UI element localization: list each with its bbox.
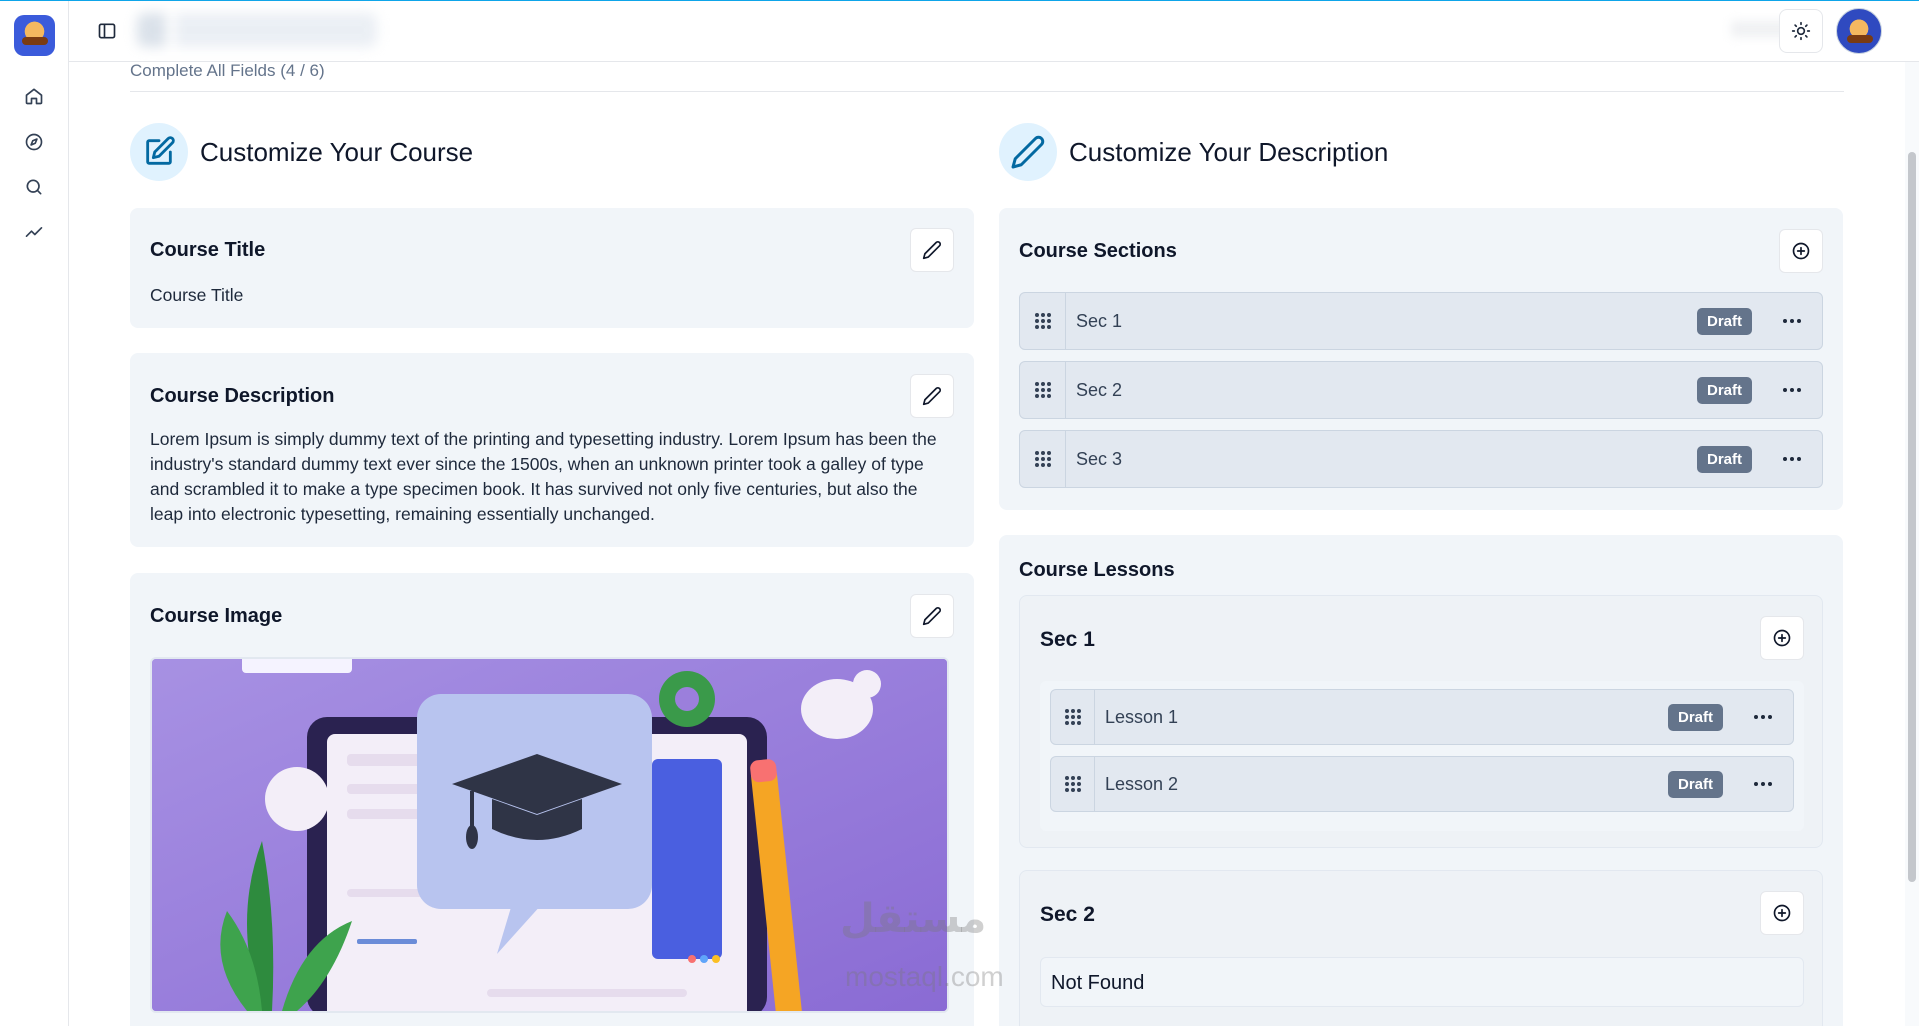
section-title: Customize Your Description [1069,136,1389,167]
sun-icon [1791,21,1811,41]
drag-handle-icon[interactable] [1020,293,1066,349]
lessons-list: Lesson 1 Draft Lesson 2 Draft [1040,681,1804,831]
lesson-label: Lesson 2 [1105,773,1179,794]
more-options-icon[interactable] [1741,781,1785,787]
group-title: Sec 1 [1040,628,1095,651]
section-row[interactable]: Sec 3 Draft [1019,430,1823,488]
edit-square-icon [130,123,188,181]
user-avatar[interactable] [1836,8,1882,54]
lesson-label: Lesson 1 [1105,706,1179,727]
drag-handle-icon[interactable] [1051,690,1095,744]
section-row[interactable]: Sec 1 Draft [1019,292,1823,350]
compass-icon[interactable] [22,130,46,154]
customize-description-header: Customize Your Description [999,123,1388,181]
panel-toggle-icon[interactable] [95,19,119,43]
course-sections-card: Course Sections Sec 1 Draft Sec 2 Draft … [999,208,1843,510]
section-row[interactable]: Sec 2 Draft [1019,361,1823,419]
course-lessons-card: Course Lessons Sec 1 Lesson 1 Draft Less… [999,535,1843,1026]
lesson-row[interactable]: Lesson 2 Draft [1050,756,1794,812]
sidebar [0,1,69,1026]
trending-icon[interactable] [22,220,46,244]
pencil-icon [922,241,941,260]
course-image [150,657,949,1013]
drag-handle-icon[interactable] [1020,362,1066,418]
pencil-icon [922,387,941,406]
edit-image-button[interactable] [910,594,954,638]
course-image-card: Course Image [130,573,974,1026]
section-label: Sec 1 [1076,310,1123,331]
course-title-value: Course Title [150,285,244,305]
more-options-icon[interactable] [1770,456,1814,462]
lesson-row[interactable]: Lesson 1 Draft [1050,689,1794,745]
lesson-group-sec-2: Sec 2 Not Found [1019,870,1823,1026]
card-heading: Course Image [150,605,283,627]
add-lesson-button[interactable] [1760,891,1804,935]
watermark-latin: mostaql.com [845,961,1004,992]
drag-handle-icon[interactable] [1051,757,1095,811]
card-heading: Course Title [150,239,266,261]
edit-title-button[interactable] [910,228,954,272]
divider [130,91,1844,92]
card-heading: Course Sections [1019,240,1177,262]
top-bar [69,1,1919,62]
status-badge: Draft [1667,770,1723,798]
course-description-value: Lorem Ipsum is simply dummy text of the … [150,429,937,524]
watermark-arabic: مستقل [840,897,987,941]
app-logo[interactable] [14,15,55,56]
more-options-icon[interactable] [1741,714,1785,720]
course-description-card: Course Description Lorem Ipsum is simply… [130,353,974,547]
scrollbar-thumb[interactable] [1908,152,1916,882]
card-heading: Course Lessons [1019,559,1175,581]
empty-state: Not Found [1040,957,1804,1007]
lesson-group-sec-1: Sec 1 Lesson 1 Draft Lesson 2 Draft [1019,595,1823,848]
status-badge: Draft [1696,445,1752,473]
customize-course-header: Customize Your Course [130,123,473,181]
section-label: Sec 3 [1076,448,1123,469]
plus-circle-icon [1773,904,1791,922]
plus-circle-icon [1773,629,1791,647]
status-badge: Draft [1667,703,1723,731]
status-badge: Draft [1696,376,1752,404]
group-title: Sec 2 [1040,903,1095,926]
completion-progress: Complete All Fields (4 / 6) [130,61,325,80]
card-heading: Course Description [150,385,335,407]
scrollbar-track[interactable] [1905,62,1919,1026]
blurred-page-title [137,13,377,47]
plus-circle-icon [1792,242,1810,260]
pencil-icon [922,607,941,626]
drag-handle-icon[interactable] [1020,431,1066,487]
home-icon[interactable] [22,84,46,108]
pencil-icon [999,123,1057,181]
add-section-button[interactable] [1779,229,1823,273]
add-lesson-button[interactable] [1760,616,1804,660]
empty-state-text: Not Found [1051,972,1145,994]
section-title: Customize Your Course [200,136,474,167]
more-options-icon[interactable] [1770,387,1814,393]
more-options-icon[interactable] [1770,318,1814,324]
section-label: Sec 2 [1076,379,1123,400]
course-title-card: Course Title Course Title [130,208,974,328]
theme-toggle-button[interactable] [1779,9,1823,53]
search-icon[interactable] [22,175,46,199]
status-badge: Draft [1696,307,1752,335]
edit-description-button[interactable] [910,374,954,418]
